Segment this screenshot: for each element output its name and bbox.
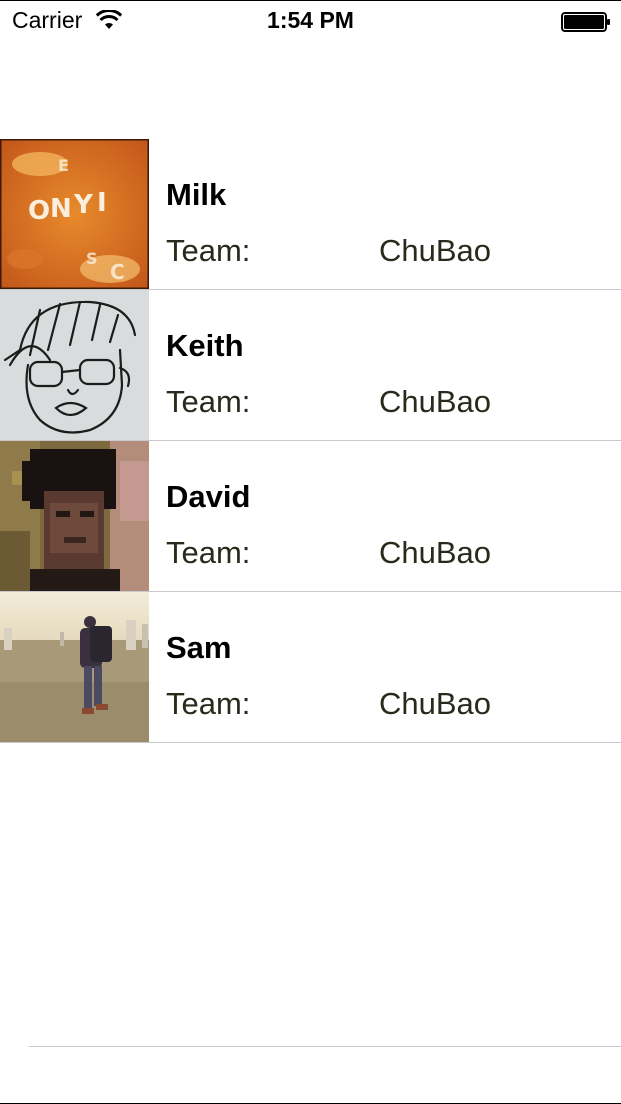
member-name: Sam: [166, 630, 232, 665]
team-value: ChuBao: [379, 535, 492, 570]
member-name: David: [166, 479, 251, 514]
svg-text:N: N: [50, 194, 72, 224]
team-value: ChuBao: [379, 384, 492, 419]
team-label: Team:: [166, 535, 251, 570]
member-name: Milk: [166, 177, 227, 212]
list-item-david[interactable]: David Team: ChuBao: [0, 441, 621, 592]
list-item-keith[interactable]: Keith Team: ChuBao: [0, 290, 621, 441]
status-bar: Carrier 1:54 PM: [0, 0, 621, 40]
clock: 1:54 PM: [267, 7, 354, 33]
team-label: Team:: [166, 384, 251, 419]
battery-icon: [561, 12, 611, 32]
member-name: Keith: [166, 328, 244, 363]
avatar: [0, 441, 149, 591]
svg-text:Y: Y: [73, 190, 94, 220]
avatar: [0, 592, 149, 742]
avatar: O N Y I E C S: [0, 139, 149, 289]
bottom-separator: [29, 1046, 621, 1047]
avatar: [0, 290, 149, 440]
svg-text:O: O: [28, 196, 50, 226]
svg-text:E: E: [58, 156, 69, 175]
team-list: O N Y I E C S Milk Team: ChuBao Keith Te…: [0, 139, 621, 743]
team-label: Team:: [166, 233, 251, 268]
team-value: ChuBao: [379, 233, 492, 268]
team-value: ChuBao: [379, 686, 492, 721]
list-item-sam[interactable]: Sam Team: ChuBao: [0, 592, 621, 743]
list-item-milk[interactable]: O N Y I E C S Milk Team: ChuBao: [0, 139, 621, 290]
svg-text:C: C: [110, 260, 125, 284]
svg-text:S: S: [86, 249, 98, 268]
screen: Carrier 1:54 PM O N Y I E C S Milk Team:…: [0, 0, 621, 1104]
svg-text:I: I: [97, 188, 107, 218]
team-label: Team:: [166, 686, 251, 721]
